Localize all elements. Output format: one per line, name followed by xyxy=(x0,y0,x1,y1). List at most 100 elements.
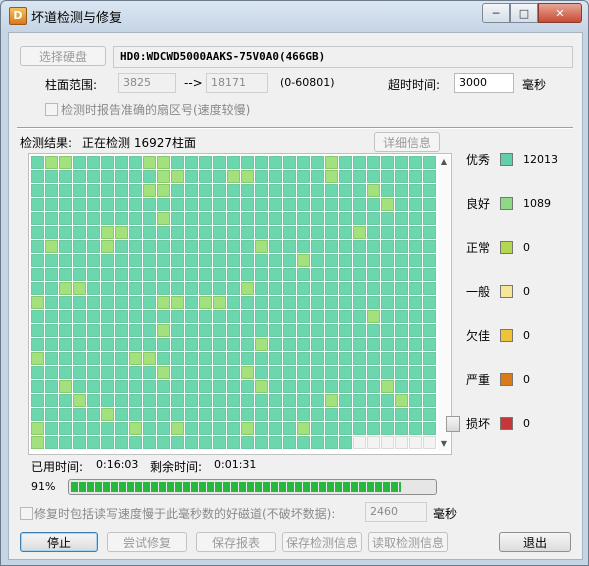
sector-cell xyxy=(409,296,422,309)
sector-cell xyxy=(227,422,240,435)
sector-cell xyxy=(101,310,114,323)
stop-button[interactable]: 停止 xyxy=(20,532,98,552)
sector-cell xyxy=(171,156,184,169)
save-detect-info-button[interactable]: 保存检测信息 xyxy=(282,532,362,552)
minimize-button[interactable]: ─ xyxy=(482,3,510,23)
details-button[interactable]: 详细信息 xyxy=(374,132,440,152)
select-disk-button[interactable]: 选择硬盘 xyxy=(20,46,106,66)
cylinder-start-input[interactable]: 3825 xyxy=(118,73,176,93)
sector-cell xyxy=(395,170,408,183)
grid-scrollbar[interactable]: ▲ ▼ xyxy=(438,155,450,451)
sector-cell xyxy=(31,296,44,309)
sector-cell xyxy=(241,212,254,225)
sector-cell xyxy=(311,366,324,379)
sector-cell xyxy=(395,212,408,225)
sector-cell xyxy=(129,380,142,393)
sector-cell xyxy=(241,254,254,267)
sector-cell xyxy=(213,310,226,323)
sector-cell xyxy=(87,212,100,225)
sector-cell xyxy=(45,324,58,337)
sector-cell xyxy=(283,338,296,351)
sector-cell xyxy=(129,408,142,421)
cylinder-end-input[interactable]: 18171 xyxy=(206,73,268,93)
sector-cell xyxy=(115,436,128,449)
sector-cell xyxy=(31,254,44,267)
sector-cell xyxy=(199,254,212,267)
sector-cell xyxy=(213,268,226,281)
sector-cell xyxy=(185,240,198,253)
sector-cell xyxy=(381,352,394,365)
sector-cell xyxy=(381,254,394,267)
sector-cell xyxy=(171,212,184,225)
sector-cell xyxy=(157,338,170,351)
report-sector-checkbox[interactable] xyxy=(45,103,58,116)
sector-cell xyxy=(255,408,268,421)
sector-cell xyxy=(283,212,296,225)
sector-cell xyxy=(255,240,268,253)
sector-cell xyxy=(59,170,72,183)
sector-cell xyxy=(255,338,268,351)
sector-cell xyxy=(87,254,100,267)
sector-cell xyxy=(339,422,352,435)
sector-cell xyxy=(129,184,142,197)
sector-cell xyxy=(353,240,366,253)
sector-cell xyxy=(101,436,114,449)
timeout-input[interactable]: 3000 xyxy=(454,73,514,93)
sector-cell xyxy=(143,338,156,351)
sector-cell xyxy=(129,170,142,183)
scroll-down-icon[interactable]: ▼ xyxy=(438,437,450,451)
close-button[interactable]: ✕ xyxy=(538,3,582,23)
repair-slow-checkbox[interactable] xyxy=(20,507,33,520)
sector-cell xyxy=(199,156,212,169)
sector-cell xyxy=(255,226,268,239)
sector-cell xyxy=(143,366,156,379)
sector-cell xyxy=(241,380,254,393)
sector-cell xyxy=(157,366,170,379)
sector-cell xyxy=(101,380,114,393)
sector-cell xyxy=(199,436,212,449)
exit-button[interactable]: 退出 xyxy=(499,532,571,552)
sector-cell xyxy=(87,324,100,337)
sector-cell xyxy=(143,422,156,435)
sector-cell xyxy=(31,240,44,253)
repair-slow-input[interactable]: 2460 xyxy=(365,502,427,522)
legend-item: 一般 0 xyxy=(466,284,530,299)
sector-cell xyxy=(297,422,310,435)
save-report-button[interactable]: 保存报表 xyxy=(196,532,276,552)
sector-cell xyxy=(199,212,212,225)
sector-cell xyxy=(129,198,142,211)
sector-cell xyxy=(269,310,282,323)
legend-count: 0 xyxy=(523,416,530,430)
legend-item: 损坏 0 xyxy=(466,416,530,431)
read-detect-info-button[interactable]: 读取检测信息 xyxy=(368,532,448,552)
sector-cell xyxy=(227,170,240,183)
sector-cell xyxy=(409,380,422,393)
sector-cell xyxy=(199,408,212,421)
sector-cell xyxy=(381,226,394,239)
maximize-button[interactable]: □ xyxy=(510,3,538,23)
sector-cell xyxy=(367,422,380,435)
sector-cell xyxy=(423,156,436,169)
sector-cell xyxy=(59,324,72,337)
sector-cell xyxy=(423,394,436,407)
sector-cell xyxy=(409,338,422,351)
legend-label: 良好 xyxy=(466,196,491,211)
sector-cell xyxy=(213,338,226,351)
sector-cell xyxy=(45,268,58,281)
try-repair-button[interactable]: 尝试修复 xyxy=(107,532,187,552)
sector-cell xyxy=(157,352,170,365)
sector-cell xyxy=(395,366,408,379)
scroll-thumb[interactable] xyxy=(446,416,460,432)
sector-cell xyxy=(339,296,352,309)
sector-cell xyxy=(129,352,142,365)
sector-cell xyxy=(395,394,408,407)
sector-cell xyxy=(31,422,44,435)
sector-cell xyxy=(31,184,44,197)
sector-cell xyxy=(87,408,100,421)
sector-cell xyxy=(213,240,226,253)
sector-cell xyxy=(255,156,268,169)
sector-cell xyxy=(241,198,254,211)
sector-cell xyxy=(339,268,352,281)
sector-cell xyxy=(129,156,142,169)
scroll-up-icon[interactable]: ▲ xyxy=(438,155,450,169)
